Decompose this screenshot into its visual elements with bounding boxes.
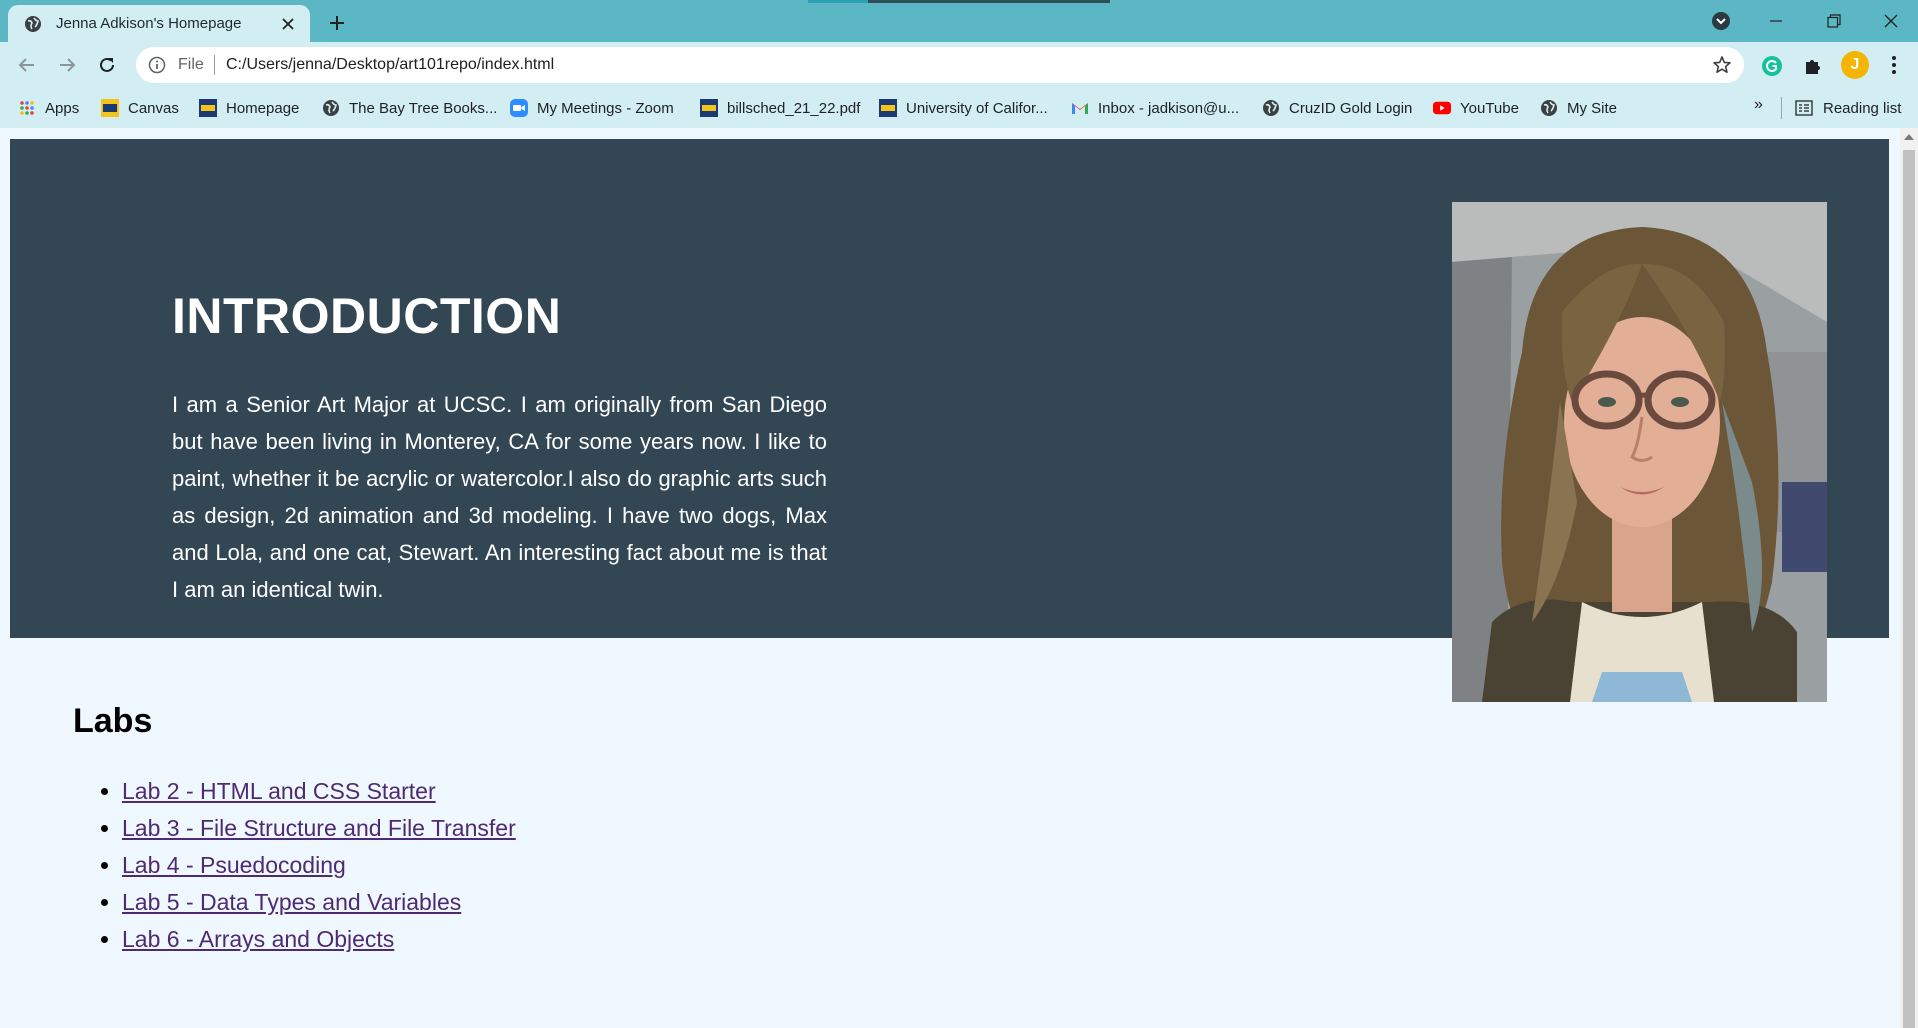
reading-list-button[interactable]: Reading list <box>1795 97 1901 119</box>
bookmark-canvas[interactable]: Canvas <box>101 97 179 119</box>
bookmark-label: billsched_21_22.pdf <box>727 99 861 117</box>
list-item: Lab 2 - HTML and CSS Starter <box>122 773 516 810</box>
bookmark-label: My Site <box>1567 99 1618 117</box>
tab-strip-accent <box>808 0 868 3</box>
address-bar[interactable]: File C:/Users/jenna/Desktop/art101repo/i… <box>136 47 1744 83</box>
bookmark-my-site[interactable]: My Site <box>1540 97 1617 119</box>
url-text[interactable]: C:/Users/jenna/Desktop/art101repo/index.… <box>226 56 554 74</box>
apps-grid-icon <box>18 99 36 117</box>
url-scheme: File <box>178 56 204 73</box>
tab-strip: Jenna Adkison's Homepage <box>0 0 1918 42</box>
lab-6-link[interactable]: Lab 6 - Arrays and Objects <box>122 926 394 952</box>
ucsc-icon <box>101 99 119 117</box>
bookmarks-divider <box>1781 97 1782 119</box>
intro-paragraph: I am a Senior Art Major at UCSC. I am or… <box>172 392 827 602</box>
bookmarks-overflow-icon[interactable]: » <box>1754 96 1763 114</box>
bookmark-apps[interactable]: Apps <box>18 97 79 119</box>
intro-heading: INTRODUCTION <box>172 288 562 344</box>
site-info-icon[interactable] <box>148 56 166 74</box>
bookmark-billsched-pdf[interactable]: billsched_21_22.pdf <box>700 97 860 119</box>
labs-heading: Labs <box>73 702 153 740</box>
extensions-puzzle-icon[interactable] <box>1801 54 1825 78</box>
scrollbar-thumb[interactable] <box>1903 150 1915 1028</box>
active-tab[interactable]: Jenna Adkison's Homepage <box>8 5 310 42</box>
tab-strip-accent <box>868 0 1110 3</box>
bookmark-label: YouTube <box>1460 99 1519 117</box>
scroll-up-arrow-icon[interactable] <box>1904 134 1914 140</box>
menu-kebab-icon[interactable] <box>1882 52 1906 78</box>
labs-list: Lab 2 - HTML and CSS Starter Lab 3 - Fil… <box>122 773 516 958</box>
bookmark-homepage[interactable]: Homepage <box>199 97 299 119</box>
list-item: Lab 4 - Psuedocoding <box>122 847 516 884</box>
web-page: INTRODUCTION I am a Senior Art Major at … <box>0 128 1900 1028</box>
tab-title: Jenna Adkison's Homepage <box>56 15 242 32</box>
bookmark-label: Apps <box>45 99 80 117</box>
bookmark-inbox[interactable]: Inbox - jadkison@u... <box>1071 97 1239 119</box>
globe-icon <box>322 99 340 117</box>
lab-5-link[interactable]: Lab 5 - Data Types and Variables <box>122 889 461 915</box>
zoom-icon <box>510 99 528 117</box>
bookmark-label: The Bay Tree Books... <box>349 99 498 117</box>
minimize-icon[interactable] <box>1753 4 1799 38</box>
bookmark-label: My Meetings - Zoom <box>537 99 674 117</box>
ucsc-icon <box>199 99 217 117</box>
bookmark-star-icon[interactable] <box>1712 55 1732 75</box>
list-item: Lab 5 - Data Types and Variables <box>122 884 516 921</box>
bookmark-youtube[interactable]: YouTube <box>1433 97 1519 119</box>
bookmark-label: Inbox - jadkison@u... <box>1098 99 1240 117</box>
list-item: Lab 3 - File Structure and File Transfer <box>122 810 516 847</box>
close-window-icon[interactable] <box>1868 4 1914 38</box>
gmail-icon <box>1071 99 1089 117</box>
lab-4-link[interactable]: Lab 4 - Psuedocoding <box>122 852 346 878</box>
bookmarks-bar: Apps Canvas Homepage The Bay Tree Books.… <box>0 88 1918 128</box>
bookmark-label: Canvas <box>128 99 179 117</box>
profile-avatar[interactable]: J <box>1841 51 1869 79</box>
browser-toolbar: File C:/Users/jenna/Desktop/art101repo/i… <box>0 42 1918 88</box>
tab-search-icon[interactable] <box>1698 4 1744 38</box>
lab-2-link[interactable]: Lab 2 - HTML and CSS Starter <box>122 778 436 804</box>
list-item: Lab 6 - Arrays and Objects <box>122 921 516 958</box>
bookmark-label: University of Califor... <box>906 99 1048 117</box>
profile-photo <box>1452 202 1827 702</box>
ucsc-icon <box>879 99 897 117</box>
bookmark-label: Homepage <box>226 99 300 117</box>
bookmark-bay-tree-books[interactable]: The Bay Tree Books... <box>322 97 497 119</box>
ucsc-icon <box>700 99 718 117</box>
globe-icon <box>1540 99 1558 117</box>
bookmark-zoom-meetings[interactable]: My Meetings - Zoom <box>510 97 674 119</box>
bookmark-cruzid-login[interactable]: CruzID Gold Login <box>1262 97 1412 119</box>
reading-list-icon <box>1795 99 1813 117</box>
new-tab-icon[interactable] <box>322 8 352 38</box>
grammarly-icon[interactable] <box>1760 54 1784 78</box>
lab-3-link[interactable]: Lab 3 - File Structure and File Transfer <box>122 815 516 841</box>
globe-icon <box>24 15 42 33</box>
restore-icon[interactable] <box>1811 4 1857 38</box>
back-icon[interactable] <box>12 50 42 80</box>
reading-list-label: Reading list <box>1823 99 1902 117</box>
close-tab-icon[interactable] <box>278 14 298 34</box>
globe-icon <box>1262 99 1280 117</box>
forward-icon[interactable] <box>52 50 82 80</box>
bookmark-university-of-california[interactable]: University of Califor... <box>879 97 1048 119</box>
youtube-icon <box>1433 99 1451 117</box>
url-separator <box>214 55 215 75</box>
vertical-scrollbar[interactable] <box>1900 128 1918 1028</box>
bookmark-label: CruzID Gold Login <box>1289 99 1413 117</box>
reload-icon[interactable] <box>92 50 122 80</box>
